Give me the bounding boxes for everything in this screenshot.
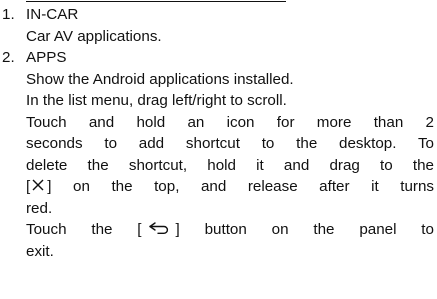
item-2-line-7: red. <box>26 199 53 217</box>
item-2-line-4: seconds to add shortcut to the desktop. … <box>26 135 434 152</box>
item-2-line-1: Show the Android applications installed. <box>26 70 294 88</box>
close-x-icon <box>30 178 47 192</box>
item-2-line-8: Touch the [] button on the panel to <box>26 221 434 238</box>
top-rule <box>26 1 286 2</box>
item-1-number: 1. <box>2 6 15 23</box>
item-1-title: IN-CAR <box>26 6 79 23</box>
item-2-title: APPS <box>26 49 67 66</box>
item-2-heading: 2. APPS <box>0 47 437 69</box>
item-1-description: Car AV applications. <box>26 27 162 45</box>
item-2-line-2: In the list menu, drag left/right to scr… <box>26 92 287 109</box>
item-2-line-9: exit. <box>26 242 54 260</box>
item-2-number: 2. <box>2 49 15 66</box>
bracket-close: ] <box>47 178 52 195</box>
item-2-line-3: Touch and hold an icon for more than 2 <box>26 113 434 131</box>
item-1-heading: 1. IN-CAR <box>0 4 437 26</box>
back-arrow-icon <box>142 221 176 235</box>
item-2-line-5: delete the shortcut, hold it and drag to… <box>26 156 434 174</box>
manual-excerpt: 1. IN-CAR Car AV applications. 2. APPS S… <box>0 4 437 262</box>
item-2-line-6: [] on the top, and release after it turn… <box>26 178 434 195</box>
